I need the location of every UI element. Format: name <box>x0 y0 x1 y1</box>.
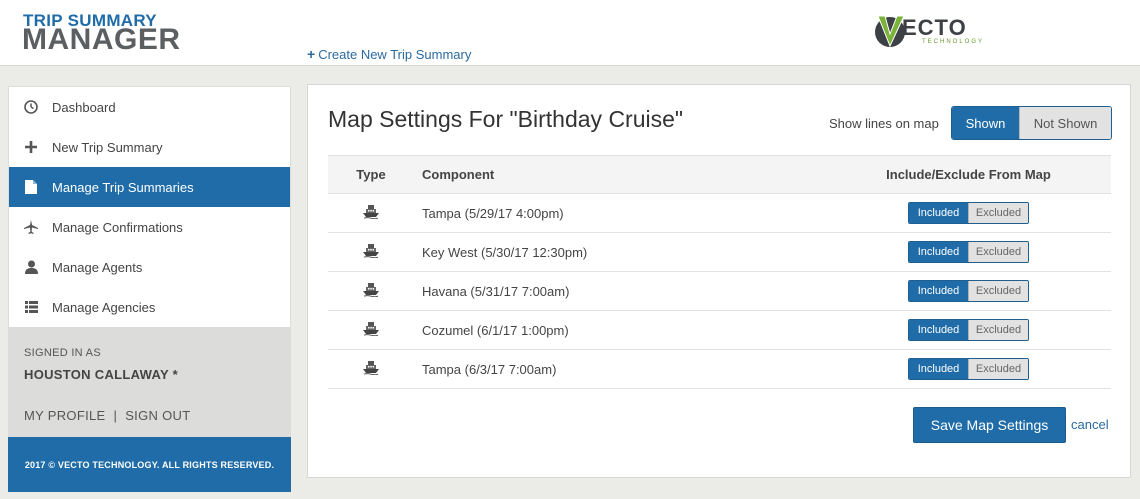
sidebar-item-new-trip-summary[interactable]: New Trip Summary <box>9 127 290 167</box>
document-icon <box>23 179 39 195</box>
sidebar: Dashboard New Trip Summary Manage Trip S… <box>8 86 291 492</box>
excluded-button[interactable]: Excluded <box>968 281 1028 301</box>
sidebar-item-label: New Trip Summary <box>52 139 163 155</box>
app-logo-line2: MANAGER <box>22 23 181 56</box>
sidebar-item-manage-agencies[interactable]: Manage Agencies <box>9 287 290 327</box>
plus-icon: + <box>307 46 316 62</box>
brand-wordmark: ECTO <box>902 15 967 40</box>
page-title: Map Settings For "Birthday Cruise" <box>328 106 684 132</box>
component-name: Tampa (6/3/17 7:00am) <box>414 349 826 389</box>
signed-in-label: SIGNED IN AS <box>24 347 101 359</box>
signed-in-panel: SIGNED IN AS HOUSTON CALLAWAY * MY PROFI… <box>8 328 291 438</box>
sidebar-item-label: Manage Agencies <box>52 299 156 315</box>
link-separator: | <box>113 408 118 423</box>
include-exclude-toggle: Included Excluded <box>908 319 1029 341</box>
sidebar-item-label: Manage Confirmations <box>52 219 183 235</box>
included-button[interactable]: Included <box>909 281 968 301</box>
column-header-type: Type <box>328 155 414 194</box>
sidebar-item-label: Dashboard <box>52 99 116 115</box>
cancel-link[interactable]: cancel <box>1071 417 1109 432</box>
sidebar-item-dashboard[interactable]: Dashboard <box>9 87 290 127</box>
component-name: Cozumel (6/1/17 1:00pm) <box>414 310 826 350</box>
sidebar-item-manage-agents[interactable]: Manage Agents <box>9 247 290 287</box>
sign-out-link[interactable]: SIGN OUT <box>125 408 190 423</box>
show-lines-toggle: Shown Not Shown <box>951 106 1112 140</box>
sidebar-item-manage-confirmations[interactable]: Manage Confirmations <box>9 207 290 247</box>
table-header-row: Type Component Include/Exclude From Map <box>328 155 1111 194</box>
save-map-settings-button[interactable]: Save Map Settings <box>913 407 1066 443</box>
column-header-component: Component <box>414 155 826 194</box>
sidebar-item-label: Manage Agents <box>52 259 143 275</box>
list-icon <box>23 299 39 315</box>
plus-icon <box>23 139 39 155</box>
component-name: Tampa (5/29/17 4:00pm) <box>414 193 826 233</box>
create-link-label: Create New Trip Summary <box>318 47 472 62</box>
table-row: Havana (5/31/17 7:00am) Included Excluded <box>328 271 1111 311</box>
shown-option-button[interactable]: Shown <box>952 107 1019 139</box>
ship-icon <box>363 321 379 339</box>
dashboard-icon <box>23 99 39 115</box>
sidebar-item-label: Manage Trip Summaries <box>52 179 194 195</box>
create-new-trip-summary-link[interactable]: + Create New Trip Summary <box>307 46 471 62</box>
excluded-button[interactable]: Excluded <box>968 203 1028 223</box>
brand-subtitle: TECHNOLOGY <box>922 39 985 45</box>
my-profile-link[interactable]: MY PROFILE <box>24 408 106 423</box>
included-button[interactable]: Included <box>909 320 968 340</box>
excluded-button[interactable]: Excluded <box>968 320 1028 340</box>
ship-icon <box>363 360 379 378</box>
components-table: Type Component Include/Exclude From Map … <box>328 155 1111 389</box>
excluded-button[interactable]: Excluded <box>968 242 1028 262</box>
include-exclude-toggle: Included Excluded <box>908 280 1029 302</box>
include-exclude-toggle: Included Excluded <box>908 358 1029 380</box>
copyright-footer: 2017 © VECTO TECHNOLOGY. ALL RIGHTS RESE… <box>8 437 291 492</box>
included-button[interactable]: Included <box>909 242 968 262</box>
ship-icon <box>363 243 379 261</box>
airplane-icon <box>23 219 39 235</box>
component-name: Havana (5/31/17 7:00am) <box>414 271 826 311</box>
sidebar-item-manage-trip-summaries[interactable]: Manage Trip Summaries <box>9 167 290 207</box>
included-button[interactable]: Included <box>909 203 968 223</box>
included-button[interactable]: Included <box>909 359 968 379</box>
include-exclude-toggle: Included Excluded <box>908 202 1029 224</box>
component-name: Key West (5/30/17 12:30pm) <box>414 232 826 272</box>
table-row: Tampa (5/29/17 4:00pm) Included Excluded <box>328 193 1111 233</box>
ship-icon <box>363 204 379 222</box>
table-row: Tampa (6/3/17 7:00am) Included Excluded <box>328 349 1111 389</box>
column-header-include: Include/Exclude From Map <box>826 155 1111 194</box>
profile-links: MY PROFILE | SIGN OUT <box>24 408 275 423</box>
user-icon <box>23 259 39 275</box>
sidebar-nav: Dashboard New Trip Summary Manage Trip S… <box>8 86 291 328</box>
excluded-button[interactable]: Excluded <box>968 359 1028 379</box>
not-shown-option-button[interactable]: Not Shown <box>1019 107 1111 139</box>
table-row: Cozumel (6/1/17 1:00pm) Included Excluded <box>328 310 1111 350</box>
map-settings-panel: Map Settings For "Birthday Cruise" Show … <box>307 84 1131 478</box>
include-exclude-toggle: Included Excluded <box>908 241 1029 263</box>
table-row: Key West (5/30/17 12:30pm) Included Exclu… <box>328 232 1111 272</box>
user-name: HOUSTON CALLAWAY * <box>24 367 178 382</box>
ship-icon <box>363 282 379 300</box>
brand-logo: ECTO TECHNOLOGY <box>874 12 992 52</box>
show-lines-label: Show lines on map <box>829 116 939 131</box>
header: TRIP SUMMARY MANAGER + Create New Trip Su… <box>0 0 1140 66</box>
